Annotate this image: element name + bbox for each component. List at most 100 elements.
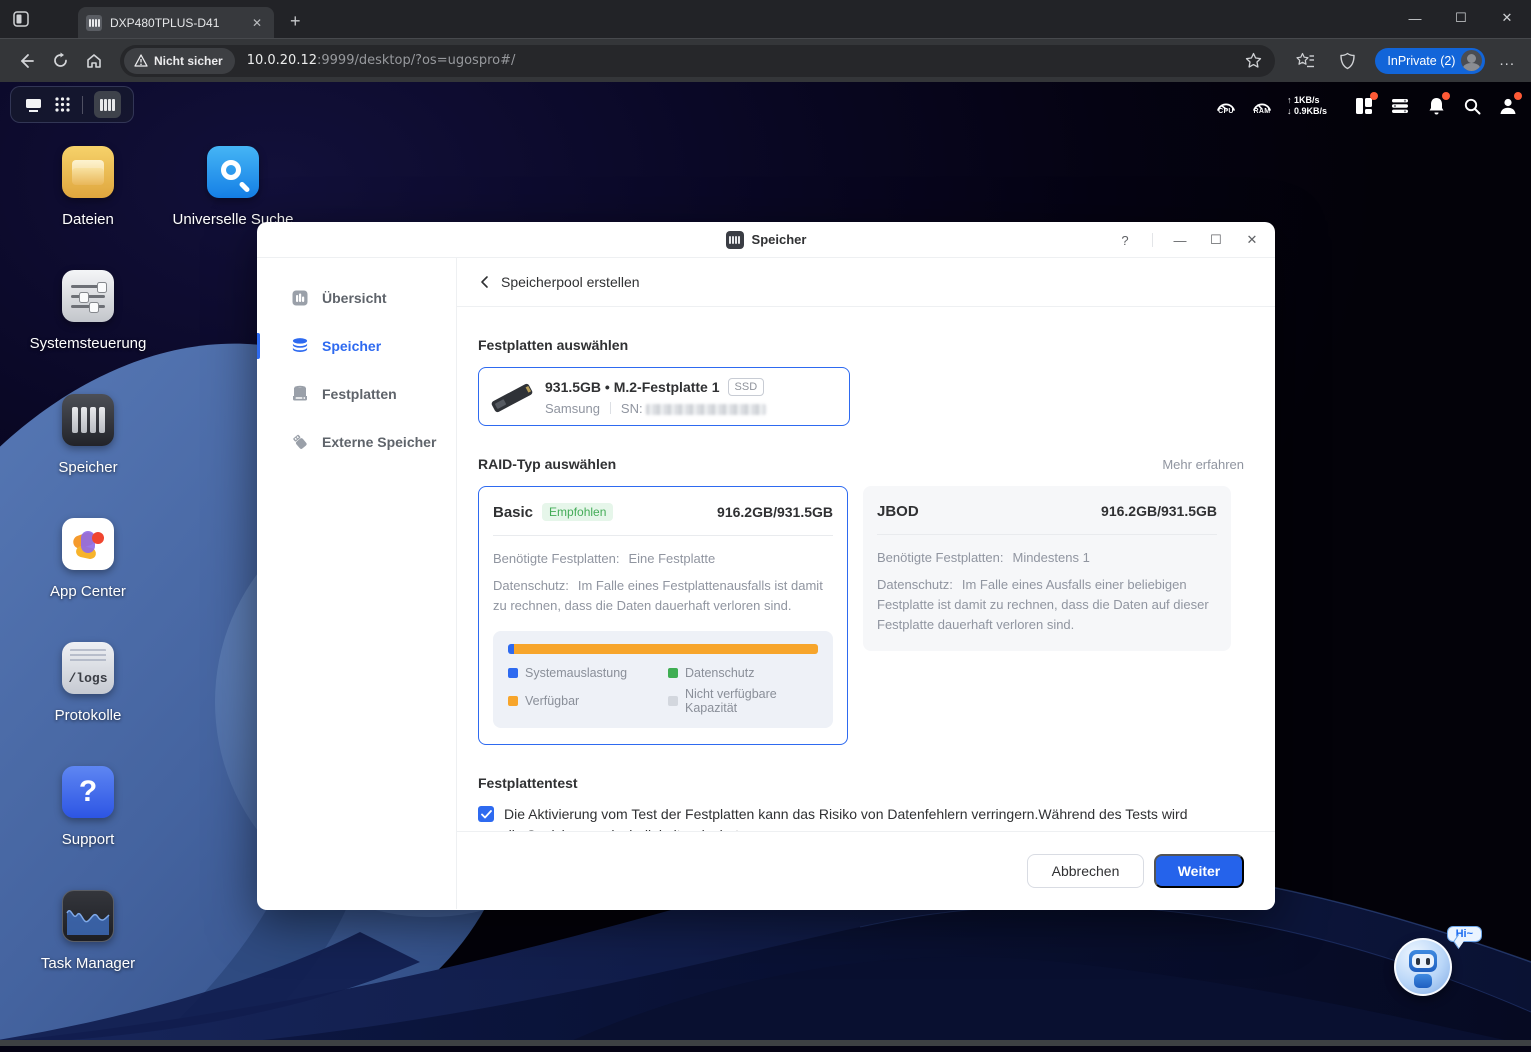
assistant-robot-icon[interactable]: [1394, 938, 1452, 996]
home-icon[interactable]: [80, 47, 108, 75]
disk-test-checkbox[interactable]: [478, 806, 494, 822]
disk-type-badge: SSD: [727, 377, 765, 396]
tab-close-icon[interactable]: ✕: [248, 14, 266, 32]
nas-favicon-icon: [86, 14, 102, 31]
dialog-minimize-button[interactable]: —: [1171, 231, 1189, 249]
active-indicator: [257, 333, 260, 359]
dialog-footer: Abbrechen Weiter: [457, 831, 1275, 909]
cancel-button[interactable]: Abbrechen: [1027, 853, 1144, 888]
dock-separator: [81, 95, 83, 114]
protection-row: Datenschutz: Im Falle eines Festplattenau…: [493, 578, 823, 613]
disk-sn-label: SN:: [620, 400, 643, 416]
browser-toolbar: Nicht sicher 10.0.20.12:9999/desktop/?os…: [0, 38, 1531, 82]
dialog-maximize-button[interactable]: ☐: [1207, 231, 1225, 249]
storage-pool-icon: [291, 337, 309, 355]
dialog-app-icon: [725, 230, 744, 249]
user-notification-dot: [1514, 92, 1522, 100]
taskbar-dock: [10, 86, 134, 123]
dialog-close-button[interactable]: ✕: [1243, 231, 1261, 249]
dialog-titlebar[interactable]: Speicher ? — ☐ ✕: [257, 222, 1275, 258]
desktop-icon-label: Systemsteuerung: [29, 335, 147, 352]
disk-card[interactable]: 931.5GB • M.2-Festplatte 1 SSD Samsung S…: [478, 367, 850, 426]
favorite-star-icon[interactable]: [1239, 47, 1267, 75]
card-divider: [877, 534, 1217, 535]
tab-title: DXP480TPLUS-D41: [110, 15, 220, 30]
dialog-title: Speicher: [751, 232, 807, 247]
section-heading-raid: RAID-Typ auswählen: [478, 456, 617, 472]
speicher-dialog: Speicher ? — ☐ ✕ Übersicht Speicher Fest…: [257, 222, 1275, 910]
legend-item-systemauslastung: Systemauslastung: [508, 666, 668, 680]
status-tray: CPU RAM ↑ 1KB/s ↓ 0.9KB/s: [1215, 89, 1522, 123]
card-divider: [493, 535, 833, 536]
browser-maximize-button[interactable]: ☐: [1447, 6, 1475, 30]
disk-info-separator: [609, 402, 611, 414]
desktop-icon-speicher[interactable]: Speicher: [26, 394, 150, 476]
back-icon[interactable]: [12, 47, 40, 75]
tracking-shield-icon[interactable]: [1333, 47, 1361, 75]
sidebar-item-externe-speicher[interactable]: Externe Speicher: [257, 418, 456, 466]
new-tab-button[interactable]: +: [290, 11, 301, 32]
sidebar-item-speicher[interactable]: Speicher: [257, 322, 456, 370]
address-bar[interactable]: Nicht sicher 10.0.20.12:9999/desktop/?os…: [120, 44, 1276, 77]
desktop-icon-dateien[interactable]: Dateien: [26, 146, 150, 228]
site-security-chip[interactable]: Nicht sicher: [124, 47, 235, 74]
learn-more-link[interactable]: Mehr erfahren: [1162, 457, 1244, 472]
desktop-icon-task-manager[interactable]: Task Manager: [26, 890, 150, 972]
next-button[interactable]: Weiter: [1154, 853, 1244, 888]
raid-name: JBOD: [877, 502, 919, 520]
protection-row: Datenschutz: Im Falle eines Ausfalls eine…: [877, 577, 1209, 632]
screen: DXP480TPLUS-D41 ✕ + — ☐ ✕ Nicht sicher 1…: [0, 0, 1531, 1052]
recommended-badge: Empfohlen: [542, 503, 614, 521]
desktop-icon-universelle-suche[interactable]: Universelle Suche: [171, 146, 295, 228]
browser-window-controls: — ☐ ✕: [1401, 6, 1521, 30]
ram-gauge-icon: RAM: [1251, 98, 1273, 115]
notifications-bell-icon[interactable]: [1425, 92, 1450, 117]
user-account-icon[interactable]: [1497, 92, 1522, 117]
raid-card-jbod[interactable]: JBOD 916.2GB/931.5GB Benötigte Festplatt…: [863, 486, 1231, 651]
app-grid-icon[interactable]: [54, 96, 71, 113]
section-heading-disks: Festplatten auswählen: [478, 337, 629, 353]
widgets-notification-dot: [1370, 92, 1378, 100]
logs-icon: /logs: [62, 642, 114, 694]
wizard-header: Speicherpool erstellen: [457, 258, 1275, 307]
speicher-app-taskbar-icon[interactable]: [93, 91, 121, 118]
security-label: Nicht sicher: [154, 53, 223, 68]
search-icon[interactable]: [1461, 95, 1483, 117]
control-panel-icon: [62, 270, 114, 322]
sidebar-item-uebersicht[interactable]: Übersicht: [257, 274, 456, 322]
favorites-bar-icon[interactable]: [1291, 47, 1319, 75]
sidebar-item-label: Speicher: [322, 338, 382, 354]
inprivate-badge[interactable]: InPrivate (2): [1375, 47, 1486, 74]
assistant-widget[interactable]: Hi~: [1394, 926, 1482, 998]
dialog-help-button[interactable]: ?: [1116, 231, 1134, 249]
profile-avatar: [1461, 50, 1483, 71]
show-desktop-icon[interactable]: [24, 97, 43, 113]
widgets-icon[interactable]: [1353, 92, 1378, 117]
raid-card-basic[interactable]: Basic Empfohlen 916.2GB/931.5GB Benötigt…: [478, 486, 848, 745]
browser-menu-icon[interactable]: ...: [1499, 52, 1515, 69]
sidebar-item-festplatten[interactable]: Festplatten: [257, 370, 456, 418]
warning-icon: [134, 54, 148, 67]
desktop-icon-label: Dateien: [62, 211, 114, 228]
legend-item-nicht-verfuegbar: Nicht verfügbare Kapazität: [668, 687, 818, 715]
desktop-icon-support[interactable]: ? Support: [26, 766, 150, 848]
browser-tabstrip: DXP480TPLUS-D41 ✕ + — ☐ ✕: [0, 0, 1531, 38]
browser-minimize-button[interactable]: —: [1401, 6, 1429, 30]
disk-title: 931.5GB • M.2-Festplatte 1: [545, 378, 720, 395]
back-chevron-icon[interactable]: [478, 275, 492, 289]
desktop-icon-systemsteuerung[interactable]: Systemsteuerung: [26, 270, 150, 352]
browser-tab[interactable]: DXP480TPLUS-D41 ✕: [78, 7, 274, 38]
browser-close-button[interactable]: ✕: [1493, 6, 1521, 30]
reload-icon[interactable]: [46, 47, 74, 75]
tab-actions-icon[interactable]: [12, 10, 30, 28]
sidebar-item-label: Externe Speicher: [322, 434, 437, 450]
capacity-legend-box: Systemauslastung Datenschutz Verfügbar N…: [493, 631, 833, 728]
task-list-icon[interactable]: [1389, 95, 1411, 117]
raid-name: Basic: [493, 503, 534, 521]
required-disks-row: Benötigte Festplatten: Eine Festplatte: [493, 551, 716, 566]
usb-drive-icon: [291, 433, 309, 451]
desktop-icon-app-center[interactable]: App Center: [26, 518, 150, 600]
section-heading-disk-test: Festplattentest: [478, 775, 578, 791]
desktop-icon-protokolle[interactable]: /logs Protokolle: [26, 642, 150, 724]
url-text: 10.0.20.12:9999/desktop/?os=ugospro#/: [246, 53, 516, 68]
